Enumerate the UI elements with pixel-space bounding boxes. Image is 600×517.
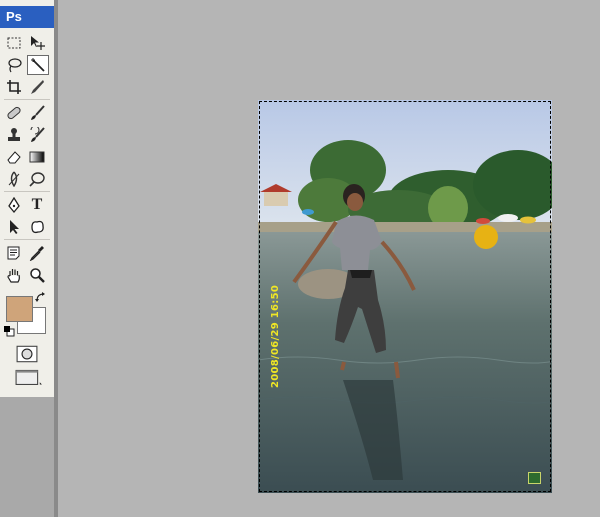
notes-tool[interactable] (4, 244, 24, 262)
clone-stamp-tool[interactable] (4, 126, 24, 144)
shape-icon (31, 220, 44, 234)
screen-mode-button[interactable] (14, 368, 44, 388)
magic-wand-icon (31, 58, 45, 72)
dodge-tool[interactable] (27, 170, 47, 188)
lasso-icon (8, 58, 22, 73)
eraser-tool[interactable] (4, 148, 24, 166)
dodge-icon (29, 172, 45, 187)
arrow-icon (10, 220, 19, 234)
workspace-divider (54, 0, 58, 517)
workspace-lower-left (0, 397, 54, 517)
swap-colors-icon[interactable] (35, 292, 47, 304)
blur-icon (8, 171, 20, 187)
crop-tool[interactable] (4, 78, 24, 96)
type-icon: T (31, 196, 43, 213)
brush-icon (31, 105, 45, 120)
stamp-icon (8, 128, 20, 141)
divider (4, 99, 50, 100)
blur-tool[interactable] (4, 170, 24, 188)
marquee-icon (7, 37, 21, 49)
photoshop-logo-bar[interactable]: Ps (0, 6, 54, 28)
foreground-color-swatch[interactable] (6, 296, 33, 322)
tools-palette: Ps T (0, 0, 55, 397)
eyedropper-icon (29, 246, 44, 261)
hand-tool[interactable] (4, 266, 24, 284)
healing-brush-tool[interactable] (4, 104, 24, 122)
custom-shape-tool[interactable] (27, 218, 47, 236)
history-brush-icon (30, 127, 45, 142)
rectangular-marquee-tool[interactable] (4, 34, 24, 52)
magic-wand-tool[interactable] (27, 55, 49, 75)
document-canvas[interactable]: 2008/06/29 16:50 (258, 100, 552, 493)
divider (4, 239, 50, 240)
gradient-icon (29, 151, 45, 163)
zoom-icon (30, 268, 45, 283)
photo-date-stamp: 2008/06/29 16:50 (270, 284, 281, 388)
zoom-tool[interactable] (27, 266, 47, 284)
quick-mask-mode-button[interactable] (15, 344, 39, 364)
slice-tool[interactable] (27, 78, 47, 96)
move-icon (31, 36, 45, 50)
eraser-icon (7, 151, 21, 164)
bandage-icon (7, 106, 21, 120)
photoshop-logo: Ps (6, 9, 22, 24)
divider (4, 191, 50, 192)
photo-image (258, 100, 552, 493)
eyedropper-tool[interactable] (27, 244, 47, 262)
lasso-tool[interactable] (4, 56, 24, 74)
pen-tool[interactable] (4, 196, 24, 214)
default-colors-icon[interactable] (3, 325, 15, 337)
notes-icon (7, 246, 20, 260)
screen-mode-icon (15, 369, 42, 385)
crop-icon (7, 80, 21, 94)
pen-icon (8, 197, 20, 213)
brush-tool[interactable] (27, 104, 47, 122)
path-selection-tool[interactable] (4, 218, 24, 236)
quick-mask-icon (16, 345, 38, 363)
move-tool[interactable] (27, 34, 47, 52)
gradient-tool[interactable] (27, 148, 47, 166)
slice-icon (31, 80, 44, 94)
history-brush-tool[interactable] (27, 126, 47, 144)
camera-mark-icon (528, 472, 541, 484)
type-tool[interactable]: T (27, 196, 47, 214)
hand-icon (7, 269, 20, 283)
